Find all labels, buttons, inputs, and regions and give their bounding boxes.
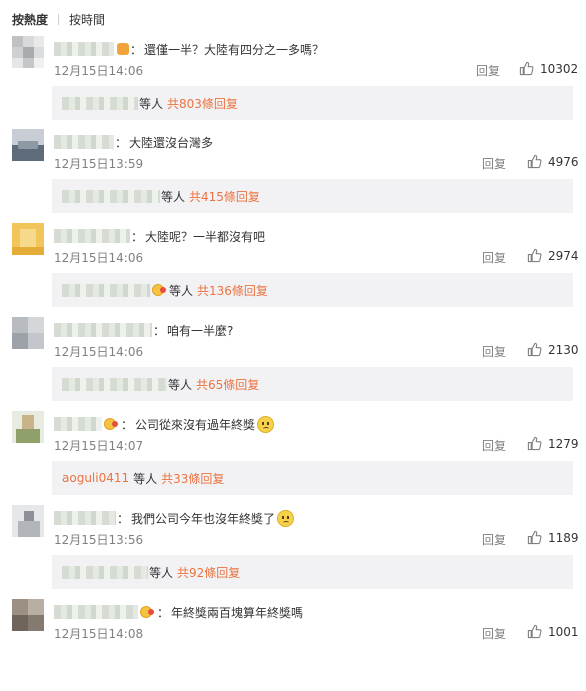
sub-reply-count-link[interactable]: 共92條回复 [177, 564, 240, 581]
comment-item: ： 大陸呢？一半都沒有吧 12月15日14:06 回复 2974 等人 共136… [0, 221, 586, 315]
avatar[interactable] [12, 129, 44, 161]
like-count: 1001 [548, 624, 579, 639]
emoji-icon [140, 605, 156, 619]
reply-button[interactable]: 回复 [482, 343, 506, 360]
thumbs-up-icon [527, 530, 542, 545]
thumbs-up-icon [527, 154, 542, 169]
sad-emoji-icon [277, 509, 295, 527]
avatar[interactable] [12, 36, 44, 68]
sub-reply-count-link[interactable]: 共136條回复 [197, 282, 268, 299]
comment-item: ： 我們公司今年也沒年終獎了 12月15日13:56 回复 1189 等人 共9… [0, 503, 586, 597]
like-button[interactable]: 1189 [527, 530, 579, 545]
like-count: 2974 [548, 248, 579, 263]
avatar[interactable] [12, 223, 44, 255]
thumbs-up-icon [527, 624, 542, 639]
like-count: 10302 [540, 61, 579, 76]
username[interactable] [54, 42, 114, 56]
thumbs-up-icon [527, 248, 542, 263]
sort-divider [58, 13, 60, 25]
like-count: 2130 [548, 342, 579, 357]
comment-text: 大陸還沒台灣多 [129, 135, 214, 150]
sub-replies-bar[interactable]: 等人 共136條回复 [52, 273, 573, 307]
sub-replies-bar[interactable]: aoguli0411 等人 共33條回复 [52, 461, 573, 495]
reply-button[interactable]: 回复 [482, 155, 506, 172]
avatar[interactable] [12, 317, 44, 349]
username[interactable] [54, 605, 138, 619]
sub-reply-count-link[interactable]: 共803條回复 [167, 95, 238, 112]
like-button[interactable]: 10302 [519, 61, 578, 76]
reply-button[interactable]: 回复 [482, 249, 506, 266]
sub-reply-users [62, 565, 148, 579]
reply-button[interactable]: 回复 [476, 62, 500, 79]
sort-bar: 按熱度 按時間 [12, 10, 105, 28]
reply-button[interactable]: 回复 [482, 531, 506, 548]
sub-reply-count-link[interactable]: 共65條回复 [196, 376, 259, 393]
comment-text: 年終獎兩百塊算年終獎嗎 [171, 605, 304, 620]
comment-item: ： 咱有一半麼? 12月15日14:06 回复 2130 等人 共65條回复 [0, 315, 586, 409]
thumbs-up-icon [527, 436, 542, 451]
comment-time: 12月15日14:06 [54, 251, 144, 265]
username[interactable] [54, 417, 102, 431]
comment-time: 12月15日14:06 [54, 64, 144, 78]
sub-reply-users [62, 189, 160, 203]
like-count: 1279 [548, 436, 579, 451]
sub-reply-users [62, 283, 150, 297]
reply-button[interactable]: 回复 [482, 437, 506, 454]
sub-replies-bar[interactable]: 等人 共415條回复 [52, 179, 573, 213]
like-button[interactable]: 2974 [527, 248, 579, 263]
username[interactable] [54, 135, 114, 149]
sub-reply-user-link[interactable]: aoguli0411 [62, 471, 129, 485]
avatar[interactable] [12, 411, 44, 443]
avatar[interactable] [12, 599, 44, 631]
like-button[interactable]: 2130 [527, 342, 579, 357]
sub-reply-count-link[interactable]: 共415條回复 [189, 188, 260, 205]
like-count: 1189 [548, 530, 579, 545]
username[interactable] [54, 229, 130, 243]
comment-item: ： 還僅一半？大陸有四分之一多嗎？ 12月15日14:06 回复 10302 等… [0, 34, 586, 128]
sort-by-time-tab[interactable]: 按時間 [69, 11, 105, 28]
comment-item: ： 大陸還沒台灣多 12月15日13:59 回复 4976 等人 共415條回复 [0, 127, 586, 221]
reply-button[interactable]: 回复 [482, 625, 506, 642]
crying-emoji-icon [257, 415, 275, 433]
avatar[interactable] [12, 505, 44, 537]
sub-reply-and: 等人 [169, 283, 194, 298]
comment-text: 我們公司今年也沒年終獎了 [131, 511, 276, 526]
username[interactable] [54, 323, 152, 337]
like-button[interactable]: 1001 [527, 624, 579, 639]
username[interactable] [54, 511, 116, 525]
comment-text: 公司從來沒有過年終獎 [135, 417, 256, 432]
comment-item: ： 公司從來沒有過年終獎 12月15日14:07 回复 1279 aoguli0… [0, 409, 586, 503]
comment-time: 12月15日13:56 [54, 533, 144, 547]
emoji-icon [104, 417, 120, 431]
comment-time: 12月15日14:06 [54, 345, 144, 359]
comment-text: 還僅一半？大陸有四分之一多嗎？ [144, 42, 325, 57]
like-button[interactable]: 1279 [527, 436, 579, 451]
comment-time: 12月15日13:59 [54, 157, 144, 171]
comment-time: 12月15日14:08 [54, 627, 144, 641]
sub-replies-bar[interactable]: 等人 共65條回复 [52, 367, 573, 401]
like-button[interactable]: 4976 [527, 154, 579, 169]
sub-replies-bar[interactable]: 等人 共803條回复 [52, 86, 573, 120]
comment-text: 大陸呢？一半都沒有吧 [145, 229, 266, 244]
sub-reply-users [62, 377, 167, 391]
sub-reply-count-link[interactable]: 共33條回复 [161, 470, 224, 487]
sort-by-hot-tab[interactable]: 按熱度 [12, 11, 48, 28]
comment-time: 12月15日14:07 [54, 439, 144, 453]
emoji-icon [152, 283, 168, 297]
vip-badge-icon [117, 43, 129, 55]
sub-reply-and: 等人 [161, 189, 186, 204]
thumbs-up-icon [519, 61, 534, 76]
like-count: 4976 [548, 154, 579, 169]
sub-reply-and: 等人 [168, 377, 193, 392]
sub-reply-and: 等人 [133, 471, 158, 486]
sub-reply-and: 等人 [149, 565, 174, 580]
comment-item: ： 年終獎兩百塊算年終獎嗎 12月15日14:08 回复 1001 [0, 597, 586, 691]
sub-reply-and: 等人 [139, 96, 164, 111]
sub-replies-bar[interactable]: 等人 共92條回复 [52, 555, 573, 589]
sub-reply-users [62, 96, 138, 110]
comment-text: 咱有一半麼? [167, 323, 234, 338]
thumbs-up-icon [527, 342, 542, 357]
